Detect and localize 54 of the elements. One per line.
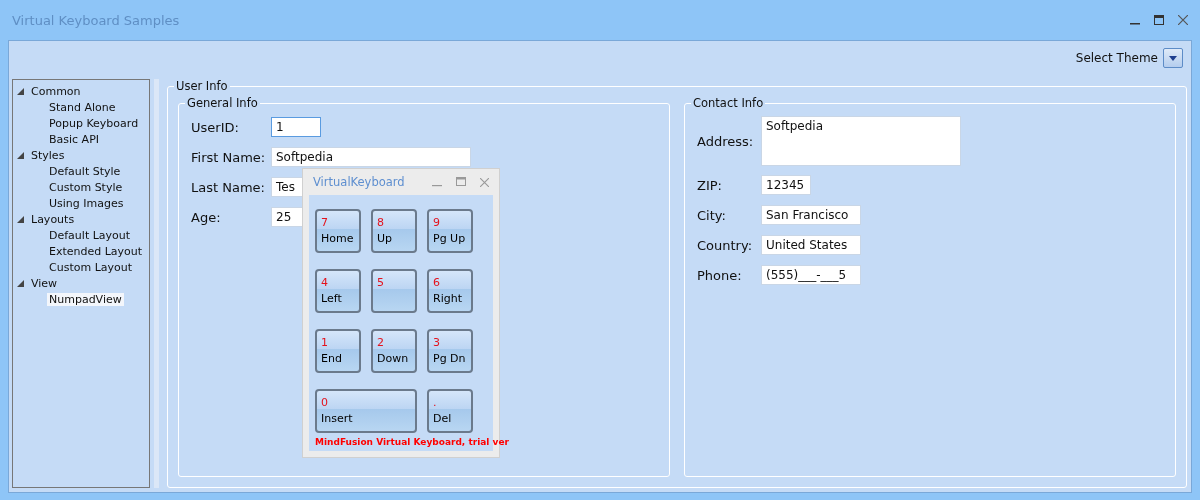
tree-item[interactable]: Custom Style bbox=[47, 180, 125, 194]
keyboard-key[interactable]: 6 Right bbox=[427, 269, 473, 313]
tree-item[interactable]: Layouts bbox=[29, 212, 77, 226]
field-label: Last Name: bbox=[191, 179, 266, 195]
keyboard-key[interactable]: 9 Pg Up bbox=[427, 209, 473, 253]
keyboard-key[interactable]: 3 Pg Dn bbox=[427, 329, 473, 373]
keyboard-key[interactable]: . Del bbox=[427, 389, 473, 433]
input-field[interactable]: San Francisco bbox=[761, 205, 861, 225]
field-label: Country: bbox=[697, 237, 754, 253]
keyboard-key[interactable]: 2 Down bbox=[371, 329, 417, 373]
tree-item[interactable]: Common bbox=[29, 84, 83, 98]
tree-item[interactable]: Stand Alone bbox=[47, 100, 118, 114]
field-label: First Name: bbox=[191, 149, 267, 165]
tree-item[interactable]: View bbox=[29, 276, 60, 290]
expand-arrow-icon[interactable] bbox=[17, 87, 24, 95]
expand-arrow-icon[interactable] bbox=[17, 279, 24, 287]
maximize-icon[interactable] bbox=[1154, 15, 1164, 25]
trial-notice: MindFusion Virtual Keyboard, trial ver bbox=[315, 437, 509, 447]
input-field[interactable]: Softpedia bbox=[271, 147, 471, 167]
theme-label: Select Theme bbox=[1075, 51, 1158, 65]
theme-dropdown-button[interactable] bbox=[1163, 48, 1183, 68]
field-label: UserID: bbox=[191, 119, 240, 135]
tree-item[interactable]: Styles bbox=[29, 148, 67, 162]
input-field[interactable]: (555)___-___5 bbox=[761, 265, 861, 285]
keyboard-key[interactable]: 1 End bbox=[315, 329, 361, 373]
tree-item[interactable]: Basic API bbox=[47, 132, 102, 146]
field-label: Phone: bbox=[697, 267, 743, 283]
tree-item[interactable]: Popup Keyboard bbox=[47, 116, 141, 130]
keyboard-key[interactable]: 7 Home bbox=[315, 209, 361, 253]
keyboard-key[interactable]: 8 Up bbox=[371, 209, 417, 253]
field-label: ZIP: bbox=[697, 177, 723, 193]
group-title: General Info bbox=[185, 96, 260, 110]
keyboard-key[interactable]: 0 Insert bbox=[315, 389, 417, 433]
expand-arrow-icon[interactable] bbox=[17, 215, 24, 223]
caret-icon bbox=[1169, 55, 1177, 61]
tree-item[interactable]: Using Images bbox=[47, 196, 126, 210]
tree-item[interactable]: Extended Layout bbox=[47, 244, 145, 258]
field-label: Address: bbox=[697, 133, 755, 149]
expand-arrow-icon[interactable] bbox=[17, 151, 24, 159]
tree-item[interactable]: NumpadView bbox=[47, 292, 124, 306]
field-label: Age: bbox=[191, 209, 222, 225]
tree-item[interactable]: Default Style bbox=[47, 164, 123, 178]
text-area[interactable]: Softpedia bbox=[761, 116, 961, 166]
input-field[interactable]: United States bbox=[761, 235, 861, 255]
keyboard-title: VirtualKeyboard bbox=[313, 175, 405, 189]
group-title: Contact Info bbox=[691, 96, 766, 110]
input-field[interactable]: 1 bbox=[271, 117, 321, 137]
group-title: User Info bbox=[174, 79, 230, 93]
tree-item[interactable]: Custom Layout bbox=[47, 260, 135, 274]
field-label: City: bbox=[697, 207, 727, 223]
input-field[interactable]: 12345 bbox=[761, 175, 811, 195]
keyboard-key[interactable]: 4 Left bbox=[315, 269, 361, 313]
tree-item[interactable]: Default Layout bbox=[47, 228, 133, 242]
close-icon[interactable] bbox=[1178, 15, 1188, 25]
